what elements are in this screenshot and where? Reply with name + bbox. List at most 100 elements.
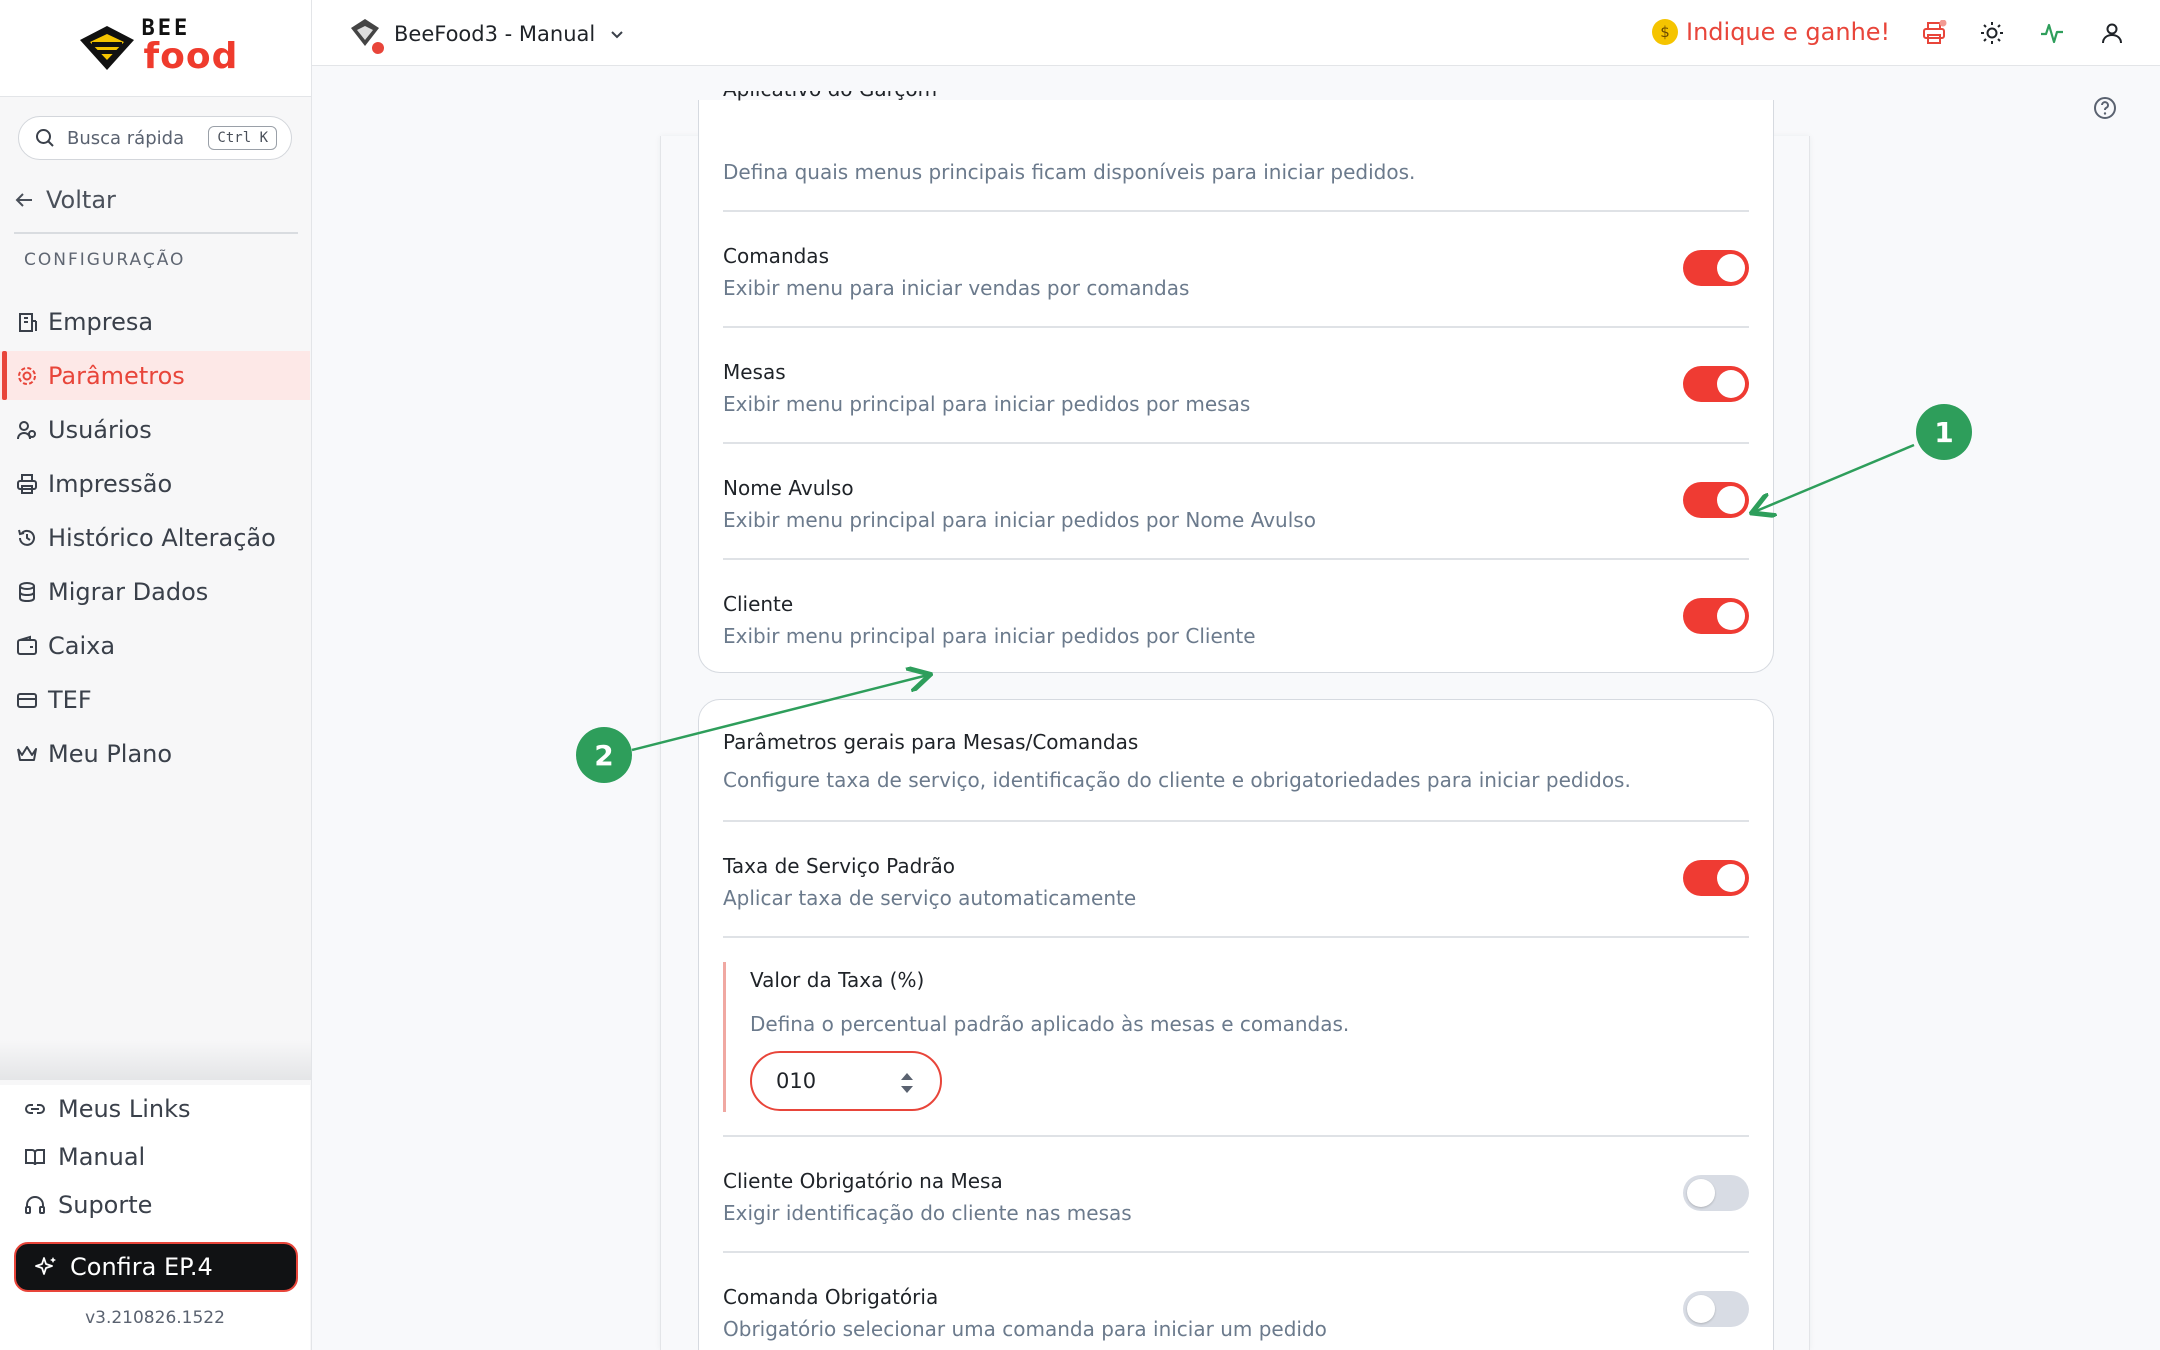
sparkles-icon <box>35 1257 56 1275</box>
sidebar-item-empresa[interactable]: Empresa <box>0 297 310 346</box>
sidebar-item-tef[interactable]: TEF <box>0 675 310 724</box>
bottom-link-label: Suporte <box>58 1191 153 1219</box>
beefood-logo[interactable]: BEE food <box>76 16 239 80</box>
arrow-left-icon <box>15 193 32 207</box>
history-icon <box>16 527 38 549</box>
divider <box>723 1135 1749 1137</box>
comanda-required-toggle[interactable] <box>1683 1291 1749 1327</box>
setting-row-nome-avulso: Nome Avulso Exibir menu principal para i… <box>723 476 1749 592</box>
theme-toggle-button[interactable] <box>1978 19 2006 47</box>
sidebar-item-meu-plano[interactable]: Meu Plano <box>0 729 310 778</box>
setting-description: Exigir identificação do cliente nas mesa… <box>723 1201 1132 1225</box>
fee-value: 010 <box>776 1069 817 1093</box>
sidebar-item-label: Meu Plano <box>48 739 173 768</box>
building-icon <box>16 311 38 333</box>
divider <box>723 558 1749 560</box>
link-suporte[interactable]: Suporte <box>0 1181 310 1229</box>
user-menu-button[interactable] <box>2098 19 2126 47</box>
link-manual[interactable]: Manual <box>0 1133 310 1181</box>
referral-link[interactable]: $ Indique e ganhe! <box>1652 18 1890 46</box>
setting-row-comandas: Comandas Exibir menu para iniciar vendas… <box>723 244 1749 360</box>
setting-row-client-required: Cliente Obrigatório na Mesa Exigir ident… <box>723 1169 1749 1285</box>
sidebar: BEE food Busca rápida Ctrl K Voltar CONF… <box>0 0 312 1350</box>
cta-label: Confira EP.4 <box>70 1253 213 1281</box>
service-fee-toggle[interactable] <box>1683 860 1749 896</box>
confira-ep4-button[interactable]: Confira EP.4 <box>14 1242 298 1292</box>
app-selector[interactable]: BeeFood3 - Manual <box>348 16 625 54</box>
sidebar-item-usuarios[interactable]: Usuários <box>0 405 310 454</box>
back-link[interactable]: Voltar <box>14 186 116 214</box>
setting-row-comanda-required: Comanda Obrigatória Obrigatório selecion… <box>723 1285 1749 1350</box>
money-face-icon: $ <box>1652 19 1678 45</box>
sidebar-item-parametros[interactable]: Parâmetros <box>0 351 310 400</box>
sidebar-scroll-fade <box>0 1040 311 1080</box>
topbar: BeeFood3 - Manual $ Indique e ganhe! <box>312 0 2160 66</box>
card-description: Defina quais menus principais ficam disp… <box>723 160 1416 184</box>
search-shortcut: Ctrl K <box>208 126 277 150</box>
annotation-badge-2: 2 <box>576 727 632 783</box>
comandas-toggle[interactable] <box>1683 250 1749 286</box>
card-waiter-app: Aplicativo do Garçom Defina quais menus … <box>698 91 1774 673</box>
help-button[interactable] <box>2092 95 2118 125</box>
back-label: Voltar <box>46 186 116 214</box>
status-dot <box>372 42 384 54</box>
sidebar-item-historico[interactable]: Histórico Alteração <box>0 513 310 562</box>
cliente-toggle[interactable] <box>1683 598 1749 634</box>
setting-title: Cliente Obrigatório na Mesa <box>723 1169 1003 1193</box>
sidebar-item-label: Empresa <box>48 307 154 336</box>
divider <box>723 210 1749 212</box>
referral-label: Indique e ganhe! <box>1686 18 1891 46</box>
user-icon <box>2102 23 2122 44</box>
link-meus-links[interactable]: Meus Links <box>0 1085 310 1133</box>
sidebar-item-caixa[interactable]: Caixa <box>0 621 310 670</box>
printer-icon <box>16 473 38 495</box>
quick-search[interactable]: Busca rápida Ctrl K <box>18 116 292 160</box>
printer-icon <box>1923 20 1947 44</box>
activity-button[interactable] <box>2038 19 2066 47</box>
fee-value-description: Defina o percentual padrão aplicado às m… <box>750 1012 1350 1036</box>
divider <box>723 1251 1749 1253</box>
divider <box>723 326 1749 328</box>
setting-row-cliente: Cliente Exibir menu principal para inici… <box>723 592 1749 708</box>
activity-icon <box>2041 23 2063 44</box>
card-title-partial: Aplicativo do Garçom <box>723 91 937 103</box>
printer-status-button[interactable] <box>1920 19 1948 47</box>
nome-avulso-toggle[interactable] <box>1683 482 1749 518</box>
wallet-icon <box>16 635 38 657</box>
search-placeholder: Busca rápida <box>67 127 185 149</box>
headset-icon <box>25 1196 45 1214</box>
divider <box>14 232 298 234</box>
fee-value-input[interactable]: 010 <box>750 1051 942 1111</box>
users-icon <box>16 419 38 441</box>
sidebar-item-label: Caixa <box>48 631 116 660</box>
divider <box>723 442 1749 444</box>
logo-text-bottom: food <box>143 36 239 77</box>
sidebar-item-label: Parâmetros <box>48 361 185 390</box>
sidebar-item-label: Migrar Dados <box>48 577 209 606</box>
card-icon <box>16 689 38 711</box>
setting-row-service-fee: Taxa de Serviço Padrão Aplicar taxa de s… <box>723 854 1749 970</box>
section-title: CONFIGURAÇÃO <box>24 250 186 270</box>
spinner-arrows-icon[interactable] <box>900 1071 914 1095</box>
card-general-params: Parâmetros gerais para Mesas/Comandas Co… <box>698 699 1774 1350</box>
card-title: Parâmetros gerais para Mesas/Comandas <box>723 730 1139 754</box>
setting-description: Aplicar taxa de serviço automaticamente <box>723 886 1137 910</box>
divider <box>723 820 1749 822</box>
sidebar-item-impressao[interactable]: Impressão <box>0 459 310 508</box>
app-name: BeeFood3 - Manual <box>394 22 596 46</box>
database-icon <box>16 581 38 603</box>
setting-row-mesas: Mesas Exibir menu principal para iniciar… <box>723 360 1749 476</box>
bottom-link-label: Meus Links <box>58 1095 191 1123</box>
setting-title: Comanda Obrigatória <box>723 1285 939 1309</box>
book-icon <box>25 1149 45 1166</box>
setting-description: Exibir menu principal para iniciar pedid… <box>723 392 1251 416</box>
fee-value-title: Valor da Taxa (%) <box>750 968 925 992</box>
question-circle-icon <box>2094 97 2116 119</box>
mesas-toggle[interactable] <box>1683 366 1749 402</box>
sun-icon <box>1981 22 2003 44</box>
client-required-toggle[interactable] <box>1683 1175 1749 1211</box>
app-version: v3.210826.1522 <box>85 1308 225 1328</box>
sidebar-item-label: Histórico Alteração <box>48 523 276 552</box>
sidebar-item-migrar-dados[interactable]: Migrar Dados <box>0 567 310 616</box>
bee-logo-icon <box>79 26 134 70</box>
